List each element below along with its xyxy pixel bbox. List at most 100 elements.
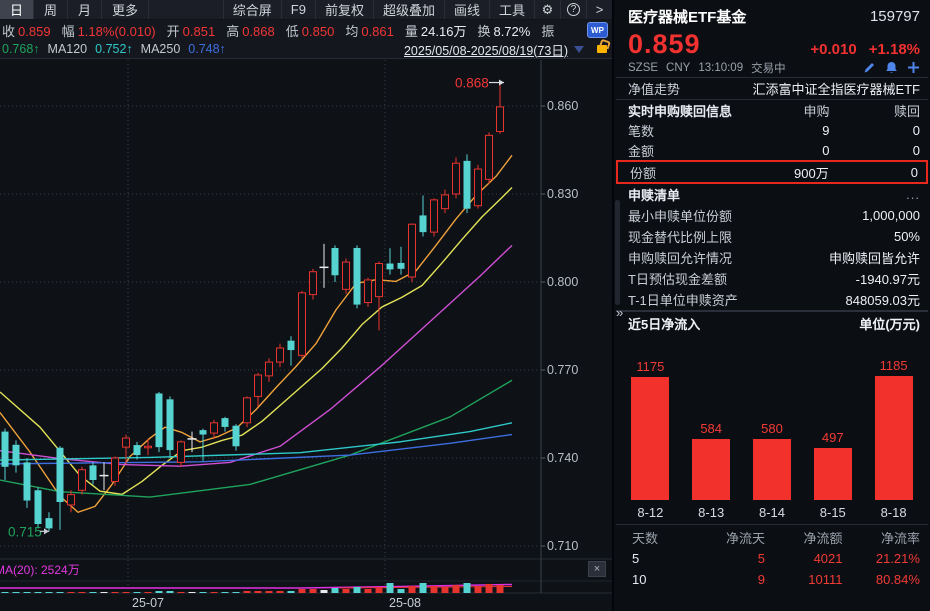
- flow-td-rate: 80.84%: [842, 572, 919, 587]
- change-percent: +1.18%: [869, 41, 920, 58]
- info-value: 50%: [894, 229, 920, 244]
- menu-item-画线[interactable]: 画线: [444, 0, 489, 19]
- menu-item-超级叠加[interactable]: 超级叠加: [373, 0, 444, 19]
- flow-unit: 单位(万元): [859, 314, 920, 333]
- menu-item-前复权[interactable]: 前复权: [315, 0, 373, 19]
- panel-header: 医疗器械ETF基金 159797 0.859 +0.010 +1.18% SZSE…: [614, 0, 930, 77]
- panel-collapse-icon[interactable]: »: [616, 306, 623, 319]
- change-value: +0.010: [810, 41, 856, 58]
- flow-header: 近5日净流入 单位(万元): [614, 312, 930, 335]
- quote-value: 0.861: [361, 24, 394, 39]
- volume-pane-close-icon[interactable]: ×: [588, 561, 606, 577]
- wp-badge-icon[interactable]: WP: [587, 22, 608, 38]
- rt-row-subscribe-value: 9: [745, 123, 830, 138]
- flow-bar-date: 8-18: [881, 500, 907, 524]
- help-icon[interactable]: ?: [560, 0, 586, 19]
- svg-text:0.868: 0.868: [455, 76, 489, 91]
- nav-trend-row[interactable]: 净值走势 汇添富中证全指医疗器械ETF: [614, 78, 930, 99]
- alert-bell-icon[interactable]: [885, 61, 898, 74]
- period-range-selector[interactable]: 2025/05/08-2025/08/19(73日): [404, 40, 584, 58]
- panel-scrollbar[interactable]: [615, 200, 620, 305]
- quote-label: 收: [2, 24, 15, 39]
- quote-振: 振: [541, 21, 557, 40]
- quote-label: 幅: [62, 24, 75, 39]
- quote-value: 1.18%(0.010): [78, 24, 156, 39]
- period-tab-更多[interactable]: 更多: [102, 0, 149, 19]
- flow-bar: [692, 439, 730, 500]
- ma-values: 0.768↑MA1200.752↑MA2500.748↑: [2, 42, 226, 56]
- currency-label: CNY: [666, 62, 690, 74]
- unlock-icon[interactable]: [597, 45, 607, 53]
- info-value: 848059.03元: [846, 290, 920, 309]
- exchange-label: SZSE: [628, 62, 658, 74]
- flow-bar: [753, 439, 791, 500]
- quote-label: 开: [167, 24, 180, 39]
- candlestick-chart-area[interactable]: 0.8600.8300.8000.7700.7400.71025-0725-08…: [0, 58, 612, 611]
- svg-text:0.830: 0.830: [547, 187, 578, 201]
- quote-低: 低0.850: [286, 21, 335, 40]
- fund-info-rows: 最小申赎单位份额1,000,000现金替代比例上限50%申购赎回允许情况申购赎回…: [614, 205, 930, 310]
- rt-row-label: 份额: [630, 163, 745, 182]
- svg-text:0.770: 0.770: [547, 363, 578, 377]
- rt-row-subscribe-value: 0: [745, 143, 830, 158]
- subscription-list-row[interactable]: 申赎清单 ...: [614, 184, 930, 205]
- info-row: T-1日单位申赎资产 848059.03元: [628, 289, 920, 310]
- flow-bar-value: 1175: [636, 359, 664, 374]
- quote-value: 0.851: [183, 24, 216, 39]
- toolbar-menu: 综合屏F9前复权超级叠加画线工具: [223, 0, 534, 19]
- settings-gear-icon[interactable]: ⚙: [534, 0, 560, 19]
- quote-收: 收0.859: [2, 21, 51, 40]
- menu-item-工具[interactable]: 工具: [489, 0, 534, 19]
- period-tab-月[interactable]: 月: [68, 0, 102, 19]
- flow-th: 净流率: [842, 528, 919, 547]
- fund-code: 159797: [870, 8, 920, 25]
- quote-幅: 幅1.18%(0.010): [62, 21, 156, 40]
- toolbar: 日周月更多 综合屏F9前复权超级叠加画线工具 ⚙ ? >: [0, 0, 612, 20]
- realtime-subscription-table: 实时申购赎回信息申购赎回笔数90金额00份额900万0: [614, 100, 930, 184]
- flow-bar-value: 1185: [880, 358, 908, 373]
- quote-value: 0.859: [18, 24, 51, 39]
- rt-row-label: 金额: [628, 141, 745, 160]
- flow-bar-date: 8-15: [820, 500, 846, 524]
- flow-bar-value: 497: [822, 430, 844, 445]
- more-chevron-icon[interactable]: >: [586, 0, 612, 19]
- net-inflow-bar-chart: 11758-125848-135808-144978-1511858-18: [614, 335, 930, 524]
- flow-td-rate: 21.21%: [842, 551, 919, 566]
- menu-item-综合屏[interactable]: 综合屏: [223, 0, 281, 19]
- candlestick-chart[interactable]: 0.8600.8300.8000.7700.7400.71025-0725-08…: [0, 58, 612, 611]
- flow-td-netdays: 9: [688, 572, 765, 587]
- info-label: T-1日单位申赎资产: [628, 290, 738, 309]
- period-tab-日[interactable]: 日: [0, 0, 34, 19]
- ma-value: 0.748↑: [188, 42, 226, 56]
- flow-bar-column: 1185 8-18: [875, 335, 913, 524]
- quote-value: 0.868: [242, 24, 275, 39]
- edit-pencil-icon[interactable]: [863, 61, 876, 74]
- quote-高: 高0.868: [226, 21, 275, 40]
- svg-text:0.710: 0.710: [547, 539, 578, 553]
- info-label: 最小申赎单位份额: [628, 206, 732, 225]
- flow-bar: [631, 377, 669, 500]
- flow-table-row: 55402121.21%: [622, 548, 920, 569]
- subscription-list-label: 申赎清单: [628, 185, 680, 204]
- last-price: 0.859: [628, 31, 701, 58]
- rt-row-redeem-value: 0: [829, 143, 920, 158]
- info-row: T日预估现金差额-1940.97元: [628, 268, 920, 289]
- quote-time: 13:10:09: [698, 62, 743, 74]
- ma-name: MA120: [48, 42, 88, 56]
- flow-th: 天数: [622, 528, 688, 547]
- flow-td-amount: 4021: [765, 551, 842, 566]
- quote-label: 高: [226, 24, 239, 39]
- flow-table-header: 天数净流天净流额净流率: [622, 527, 920, 548]
- svg-text:25-08: 25-08: [389, 596, 421, 610]
- rt-row-subscribe-value: 900万: [745, 163, 829, 182]
- add-plus-icon[interactable]: [907, 61, 920, 74]
- svg-text:25-07: 25-07: [132, 596, 164, 610]
- ma-value: 0.768↑: [2, 42, 40, 56]
- flow-bar-date: 8-13: [698, 500, 724, 524]
- info-value: -1940.97元: [856, 269, 920, 288]
- period-tab-周[interactable]: 周: [34, 0, 68, 19]
- info-value: 申购赎回皆允许: [829, 248, 920, 267]
- fund-name: 医疗器械ETF基金: [628, 6, 746, 27]
- flow-bar: [814, 448, 852, 500]
- menu-item-F9[interactable]: F9: [281, 0, 315, 19]
